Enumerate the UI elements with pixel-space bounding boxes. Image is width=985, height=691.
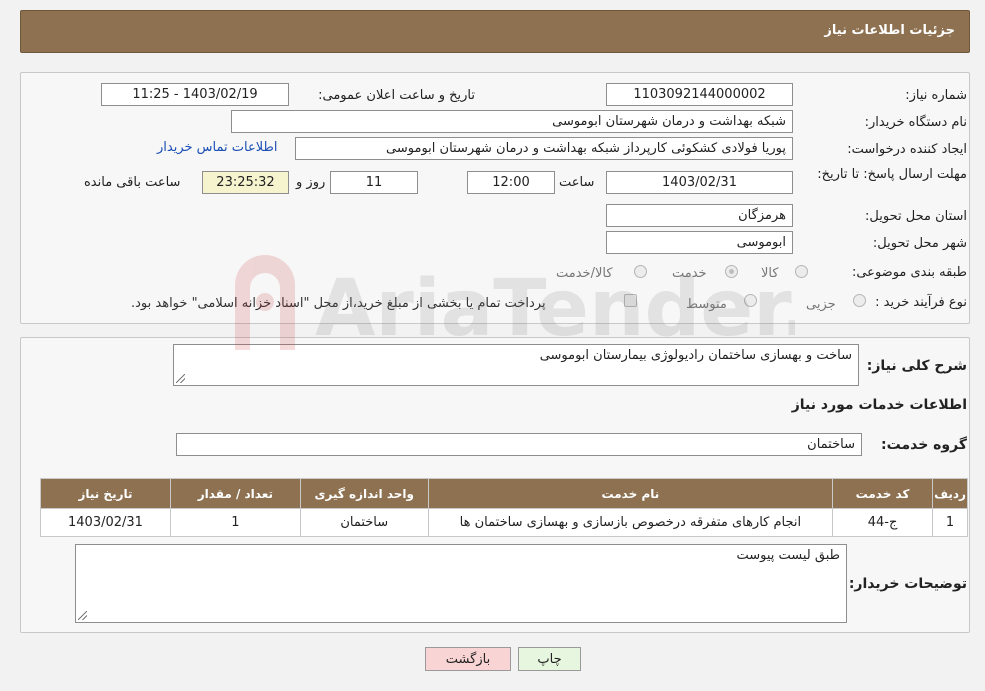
process-medium-label: متوسط (686, 297, 727, 312)
category-radio-goods[interactable] (795, 265, 808, 278)
cell-qty: 1 (169, 508, 301, 537)
page-header: جزئیات اطلاعات نیاز (20, 10, 970, 53)
payment-note: پرداخت تمام یا بخشی از مبلغ خرید،از محل … (131, 296, 546, 311)
days-field: 11 (330, 171, 418, 194)
days-label: روز و (296, 175, 326, 190)
buyer-notes-label: توضیحات خریدار: (848, 576, 967, 592)
remaining-time-field: 23:25:32 (202, 171, 289, 194)
notes-resize-grip-icon[interactable] (78, 611, 87, 620)
process-radio-minor[interactable] (853, 294, 866, 307)
col-name-header: نام خدمت (427, 478, 834, 509)
cell-name: انجام کارهای متفرقه درخصوص بازسازی و بهس… (427, 508, 834, 537)
description-textarea[interactable]: ساخت و بهسازی ساختمان رادیولوژی بیمارستا… (173, 344, 859, 386)
col-row-header: ردیف (932, 478, 968, 509)
announce-field: 1403/02/19 - 11:25 (101, 83, 289, 106)
deadline-label: مهلت ارسال پاسخ: تا تاریخ: (817, 167, 967, 182)
col-qty-header: تعداد / مقدار (169, 478, 301, 509)
remaining-label: ساعت باقی مانده (84, 175, 181, 190)
cell-date: 1403/02/31 (40, 508, 171, 537)
deadline-time-label: ساعت (559, 175, 595, 190)
buyer-notes-textarea[interactable]: طبق لیست پیوست (75, 544, 847, 623)
province-label: استان محل تحویل: (865, 209, 967, 224)
category-goods-label: کالا (761, 266, 779, 281)
service-group-label: گروه خدمت: (881, 437, 967, 453)
cell-code: ج-44 (832, 508, 934, 537)
back-button[interactable]: بازگشت (425, 647, 511, 671)
need-number-label: شماره نیاز: (905, 88, 967, 103)
category-radio-goods-service[interactable] (634, 265, 647, 278)
table-header-row: ردیف کد خدمت نام خدمت واحد اندازه گیری ت… (40, 478, 968, 509)
process-minor-label: جزیی (806, 297, 836, 312)
description-label: شرح کلی نیاز: (866, 358, 967, 374)
creator-label: ایجاد کننده درخواست: (847, 142, 967, 157)
province-field: هرمزگان (606, 204, 793, 227)
process-label: نوع فرآیند خرید : (875, 295, 967, 310)
col-date-header: تاریخ نیاز (40, 478, 171, 509)
services-section-title: اطلاعات خدمات مورد نیاز (791, 397, 967, 413)
category-goods-service-label: کالا/خدمت (556, 266, 613, 281)
category-service-label: خدمت (672, 266, 707, 281)
deadline-time-field: 12:00 (467, 171, 555, 194)
treasury-checkbox[interactable] (624, 294, 637, 307)
need-number-field: 1103092144000002 (606, 83, 793, 106)
services-table: ردیف کد خدمت نام خدمت واحد اندازه گیری ت… (40, 478, 968, 537)
col-unit-header: واحد اندازه گیری (299, 478, 429, 509)
category-radio-service[interactable] (725, 265, 738, 278)
creator-field: پوریا فولادی کشکوئی کارپرداز شبکه بهداشت… (295, 137, 793, 160)
buyer-org-field: شبکه بهداشت و درمان شهرستان ابوموسی (231, 110, 793, 133)
city-label: شهر محل تحویل: (872, 236, 967, 251)
cell-unit: ساختمان (299, 508, 429, 537)
description-text: ساخت و بهسازی ساختمان رادیولوژی بیمارستا… (539, 348, 852, 363)
service-group-field: ساختمان (176, 433, 862, 456)
process-radio-medium[interactable] (744, 294, 757, 307)
city-field: ابوموسی (606, 231, 793, 254)
announce-label: تاریخ و ساعت اعلان عمومی: (318, 88, 475, 103)
table-row: 1 ج-44 انجام کارهای متفرقه درخصوص بازساز… (40, 508, 968, 537)
page-title: جزئیات اطلاعات نیاز (824, 23, 955, 38)
col-code-header: کد خدمت (832, 478, 934, 509)
print-button[interactable]: چاپ (518, 647, 581, 671)
resize-grip-icon[interactable] (176, 374, 185, 383)
category-label: طبقه بندی موضوعی: (851, 265, 967, 280)
cell-row: 1 (932, 508, 968, 537)
buyer-contact-link[interactable]: اطلاعات تماس خریدار (157, 140, 277, 155)
buyer-org-label: نام دستگاه خریدار: (864, 115, 967, 130)
deadline-date-field: 1403/02/31 (606, 171, 793, 194)
buyer-notes-text: طبق لیست پیوست (736, 548, 840, 563)
